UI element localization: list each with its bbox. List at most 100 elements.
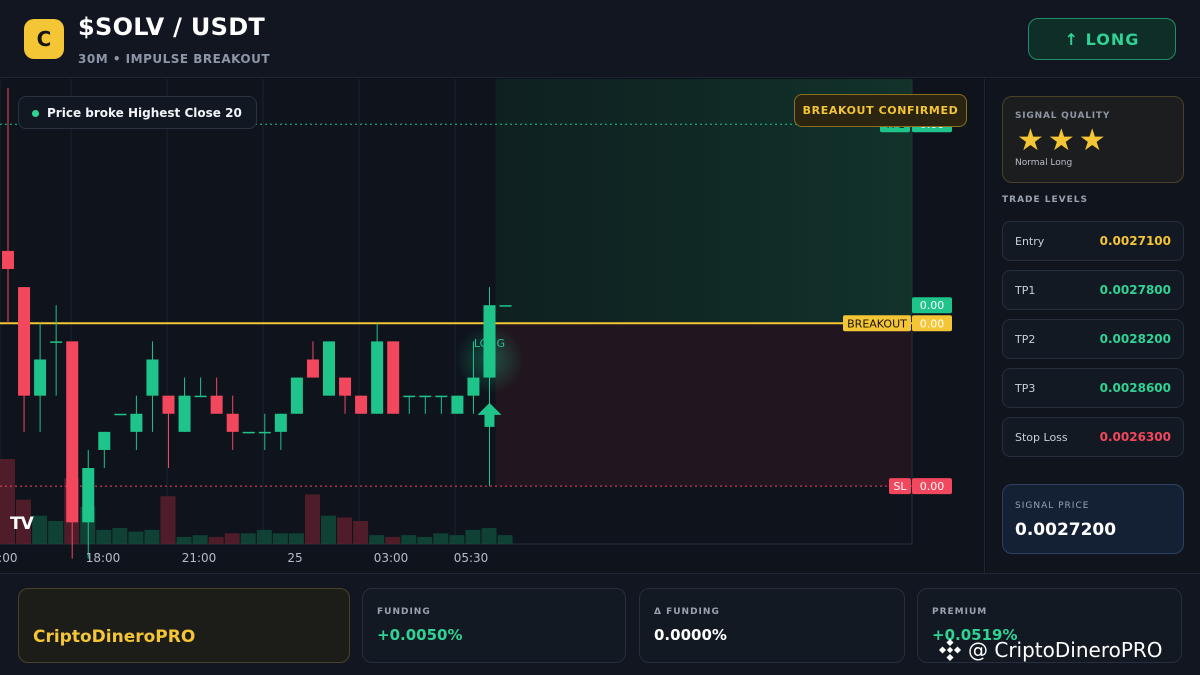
time-axis-label: 18:00: [86, 551, 121, 565]
volume-bar: [481, 528, 497, 544]
pair-title: $SOLV / USDT: [78, 13, 266, 41]
volume-bar: [112, 528, 128, 544]
volume-bar: [128, 531, 144, 544]
volume-bar: [272, 533, 288, 544]
candle-body: [306, 359, 319, 378]
level-tp1: TP1 0.0027800: [1002, 270, 1184, 310]
candle-body: [34, 359, 47, 396]
delta-funding-card: Δ FUNDING 0.0000%: [639, 588, 905, 663]
volume-bar: [240, 533, 256, 544]
volume-bar: [497, 535, 513, 544]
brand-name: CriptoDineroPRO: [33, 627, 196, 647]
volume-bar: [192, 535, 208, 544]
signal-quality-title: SIGNAL QUALITY: [1015, 111, 1111, 121]
level-name: TP2: [1015, 332, 1036, 346]
volume-bar: [401, 535, 417, 544]
volume-bar: [96, 529, 112, 544]
candle-body: [2, 250, 14, 269]
candle-body: [403, 395, 416, 398]
candle-body: [178, 395, 191, 432]
time-axis-label: 21:00: [182, 551, 217, 565]
tag-sl-value: 0.00: [920, 480, 945, 493]
volume-bar: [144, 529, 160, 544]
volume-bar: [304, 494, 320, 544]
candle-body: [146, 359, 159, 396]
volume-bar: [465, 529, 481, 544]
binance-icon: [938, 638, 962, 662]
volume-bar: [48, 520, 64, 544]
volume-bar: [353, 520, 369, 544]
delta-funding-value: 0.0000%: [654, 626, 727, 644]
volume-bar: [417, 536, 433, 544]
candle-body: [210, 395, 223, 414]
candle-body: [387, 341, 400, 414]
level-name: TP3: [1015, 381, 1036, 395]
signal-price-title: SIGNAL PRICE: [1015, 501, 1090, 511]
volume-bar: [385, 536, 401, 544]
tag-breakout-label: BREAKOUT: [847, 317, 907, 330]
long-signal-button[interactable]: ↑ LONG: [1028, 18, 1176, 60]
breakout-confirmed-badge: BREAKOUT CONFIRMED: [794, 94, 967, 127]
trade-levels-title: TRADE LEVELS: [1002, 195, 1088, 205]
status-dot-icon: [32, 110, 39, 117]
tag-breakout-value: 0.00: [920, 317, 945, 330]
time-axis-label: 03:00: [374, 551, 409, 565]
candle-body: [130, 413, 143, 432]
level-value: 0.0026300: [1099, 430, 1171, 444]
candle-body: [98, 431, 111, 450]
watermark-text: @ CriptoDineroPRO: [968, 638, 1163, 662]
volume-bar: [160, 496, 176, 544]
level-entry: Entry 0.0027100: [1002, 221, 1184, 261]
candle-body: [226, 413, 239, 432]
candle-body: [339, 377, 352, 396]
volume-bar: [208, 536, 224, 544]
coin-logo: C: [24, 19, 64, 59]
level-name: TP1: [1015, 283, 1036, 297]
candle-body: [194, 395, 207, 398]
candle-body: [419, 395, 432, 398]
candle-body: [50, 341, 63, 343]
volume-bar: [369, 535, 385, 544]
level-value: 0.0028600: [1099, 381, 1171, 395]
candle-body: [499, 305, 512, 307]
level-tp3: TP3 0.0028600: [1002, 368, 1184, 408]
level-value: 0.0027800: [1099, 283, 1171, 297]
tag-entry-value: 0.00: [920, 299, 945, 312]
stop-loss-zone: [495, 323, 912, 487]
volume-bar: [321, 515, 336, 544]
funding-card: FUNDING +0.0050%: [362, 588, 626, 663]
signal-price-card: SIGNAL PRICE 0.0027200: [1002, 484, 1184, 554]
candle-body: [114, 413, 127, 416]
timeframe-subtitle: 30M • IMPULSE BREAKOUT: [78, 52, 271, 66]
footer: CriptoDineroPRO FUNDING +0.0050% Δ FUNDI…: [0, 573, 1200, 675]
candle-body: [162, 395, 175, 414]
watermark: @ CriptoDineroPRO: [938, 635, 1163, 665]
price-chart[interactable]: LONG TP10.000.00BREAKOUT0.00SL0.00 5:001…: [0, 79, 985, 573]
breakout-reason-text: Price broke Highest Close 20: [47, 105, 242, 120]
candle-body: [467, 377, 480, 396]
signal-quality-label: Normal Long: [1015, 158, 1073, 168]
funding-label: FUNDING: [377, 607, 431, 617]
level-name: Stop Loss: [1015, 430, 1068, 444]
tradingview-logo-icon[interactable]: TV: [10, 514, 34, 534]
signal-price-value: 0.0027200: [1015, 520, 1117, 540]
level-tp2: TP2 0.0028200: [1002, 319, 1184, 359]
long-marker-label: LONG: [474, 337, 505, 350]
volume-bar: [32, 515, 48, 544]
funding-value: +0.0050%: [377, 626, 463, 644]
level-name: Entry: [1015, 234, 1045, 248]
header: C $SOLV / USDT 30M • IMPULSE BREAKOUT ↑ …: [0, 0, 1200, 78]
level-stop-loss: Stop Loss 0.0026300: [1002, 417, 1184, 457]
volume-bar: [337, 517, 353, 544]
candle-body: [258, 431, 271, 434]
candle-body: [451, 395, 464, 414]
tag-sl-label: SL: [893, 480, 907, 493]
candle-body: [82, 468, 95, 523]
time-axis-label: 25: [287, 551, 302, 565]
candle-body: [355, 395, 368, 414]
signal-panel: SIGNAL QUALITY ★★★ Normal Long TRADE LEV…: [986, 79, 1200, 573]
volume-bar: [224, 533, 240, 544]
candle-body: [435, 395, 448, 398]
volume-bar: [256, 529, 272, 544]
brand-card: CriptoDineroPRO: [18, 588, 350, 663]
